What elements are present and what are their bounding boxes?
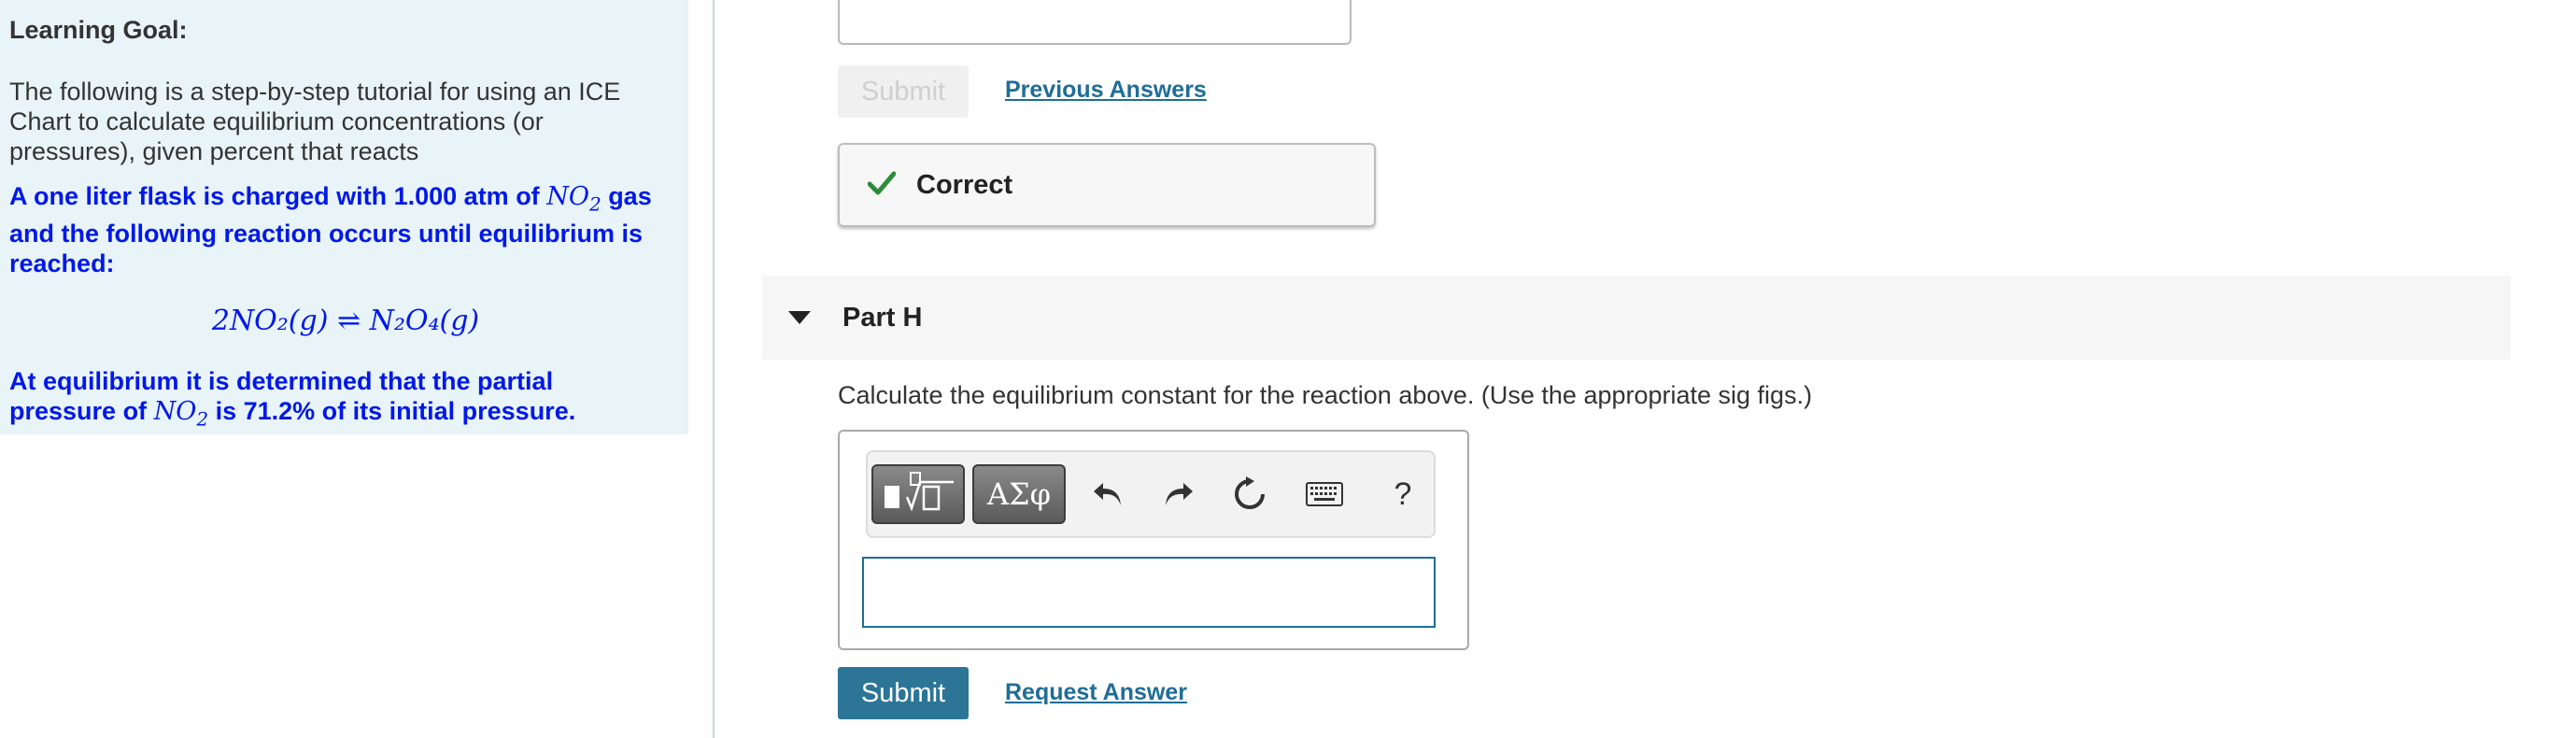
request-answer-link[interactable]: Request Answer: [1005, 679, 1187, 706]
column-divider: [713, 0, 715, 738]
part-h-title: Part H: [842, 302, 923, 333]
learning-goal-panel: Learning Goal: The following is a step-b…: [0, 0, 688, 434]
part-h-header[interactable]: Part H: [762, 276, 2511, 360]
collapse-caret-icon[interactable]: [788, 311, 811, 324]
equilibrium-statement: At equilibrium it is determined that the…: [9, 366, 663, 433]
part-h-question: Calculate the equilibrium constant for t…: [838, 381, 1813, 409]
checkmark-icon: [867, 171, 897, 200]
result-sub: 2: [196, 407, 209, 431]
learning-goal-intro: The following is a step-by-step tutorial…: [9, 78, 621, 165]
help-button[interactable]: ?: [1381, 473, 1424, 516]
statement-sub: 2: [588, 192, 602, 216]
templates-icon: [885, 472, 954, 512]
statement-pre: A one liter flask is charged with 1.000 …: [9, 182, 547, 210]
templates-button[interactable]: [871, 464, 965, 524]
previous-answer-input[interactable]: [838, 0, 1352, 45]
answer-input[interactable]: [862, 557, 1436, 628]
correct-feedback-box: Correct: [838, 143, 1376, 227]
statement-species: NO: [546, 182, 589, 211]
previous-answers-link[interactable]: Previous Answers: [1005, 77, 1207, 104]
answer-widget: ΑΣφ ?: [838, 430, 1469, 650]
problem-statement: A one liter flask is charged with 1.000 …: [9, 181, 663, 278]
previous-submit-button-disabled: Submit: [838, 65, 969, 118]
submit-button[interactable]: Submit: [838, 667, 969, 719]
result-post: is 71.2% of its initial pressure.: [208, 397, 576, 426]
learning-goal-title: Learning Goal:: [9, 16, 188, 44]
undo-icon[interactable]: [1086, 473, 1129, 516]
redo-icon[interactable]: [1157, 473, 1200, 516]
math-toolbar: ΑΣφ ?: [866, 450, 1436, 538]
correct-feedback-text: Correct: [916, 169, 1013, 200]
reset-icon[interactable]: [1228, 473, 1271, 516]
result-species: NO: [153, 397, 197, 427]
reaction-equation: 2NO₂(g) ⇌ N₂O₄(g): [211, 305, 480, 338]
keyboard-icon[interactable]: [1303, 473, 1346, 516]
greek-symbols-button[interactable]: ΑΣφ: [972, 464, 1066, 524]
